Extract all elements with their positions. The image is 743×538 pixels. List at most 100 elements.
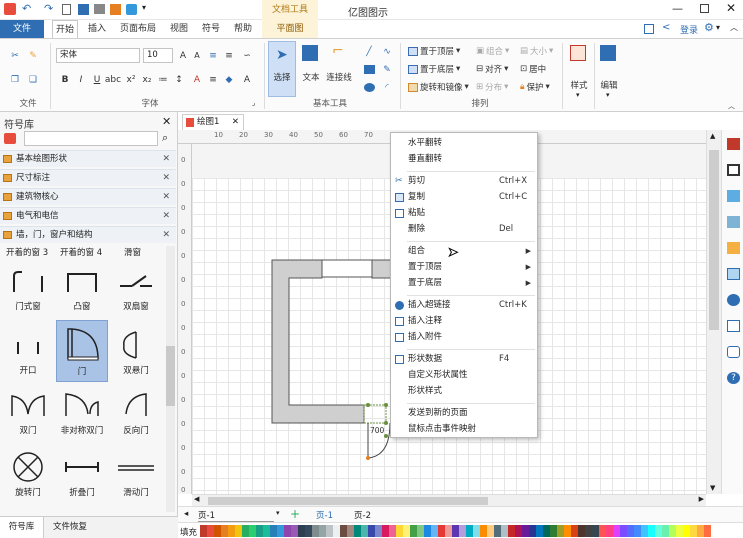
dropdown-icon[interactable]: ▾ xyxy=(142,3,146,12)
grow-font-icon[interactable]: A xyxy=(176,49,190,62)
color-swatch[interactable] xyxy=(585,525,592,537)
shape-door[interactable]: 门 xyxy=(56,320,108,382)
line-color-icon[interactable]: ≡ xyxy=(222,49,236,62)
tab-file-recovery[interactable]: 文件恢复 xyxy=(48,517,92,538)
attachment-icon[interactable] xyxy=(727,320,740,332)
color-swatch[interactable] xyxy=(697,525,704,537)
font-name-select[interactable]: 宋体 xyxy=(56,48,140,63)
color-swatch[interactable] xyxy=(417,525,424,537)
color-swatch[interactable] xyxy=(536,525,543,537)
color-swatch[interactable] xyxy=(263,525,270,537)
selection-handle[interactable] xyxy=(384,403,388,407)
rotation-handle[interactable] xyxy=(384,434,388,438)
italic-icon[interactable]: I xyxy=(74,73,88,86)
format-painter-icon[interactable]: ✂ xyxy=(8,49,22,62)
color-swatch[interactable] xyxy=(683,525,690,537)
scroll-left-icon[interactable]: ◀ xyxy=(194,495,199,503)
menu-item-shape-style[interactable]: 形状样式 xyxy=(391,383,537,399)
color-swatch[interactable] xyxy=(277,525,284,537)
color-swatch[interactable] xyxy=(473,525,480,537)
color-swatch[interactable] xyxy=(291,525,298,537)
shrink-font-icon[interactable]: A xyxy=(190,49,204,62)
remove-library-icon[interactable]: ✕ xyxy=(162,151,170,167)
scroll-up-icon[interactable]: ▲ xyxy=(710,132,715,140)
align-text-icon[interactable]: ≡ xyxy=(206,73,220,86)
color-swatch[interactable] xyxy=(487,525,494,537)
bullet-list-icon[interactable]: ≔ xyxy=(156,73,170,86)
color-swatch[interactable] xyxy=(354,525,361,537)
connection-point[interactable] xyxy=(366,456,370,460)
color-swatch[interactable] xyxy=(564,525,571,537)
color-swatch[interactable] xyxy=(375,525,382,537)
color-swatch[interactable] xyxy=(403,525,410,537)
maximize-icon[interactable] xyxy=(700,4,709,13)
remove-library-icon[interactable]: ✕ xyxy=(162,189,170,205)
color-swatch[interactable] xyxy=(200,525,207,537)
color-swatch[interactable] xyxy=(340,525,347,537)
color-swatch[interactable] xyxy=(270,525,277,537)
color-swatch[interactable] xyxy=(221,525,228,537)
color-swatch[interactable] xyxy=(326,525,333,537)
collapse-ribbon-icon[interactable]: ︿ xyxy=(730,22,738,33)
page-nav-icon[interactable]: ◂ xyxy=(184,509,188,519)
horizontal-scrollbar[interactable]: ◀ ▶ xyxy=(192,494,706,506)
library-row[interactable]: 建筑物核心 ✕ xyxy=(0,188,176,205)
color-swatch[interactable] xyxy=(515,525,522,537)
print-icon[interactable] xyxy=(94,4,105,14)
color-swatch[interactable] xyxy=(396,525,403,537)
color-swatch[interactable] xyxy=(690,525,697,537)
scroll-down-icon[interactable]: ▼ xyxy=(710,484,715,492)
page-tab-1[interactable]: 页-1 xyxy=(316,509,333,521)
align-button[interactable]: ⊟ 对齐 ▾ xyxy=(476,63,508,75)
document-tab[interactable]: 绘图1 ✕ xyxy=(182,114,244,130)
color-swatch[interactable] xyxy=(319,525,326,537)
color-swatch[interactable] xyxy=(382,525,389,537)
color-swatch[interactable] xyxy=(214,525,221,537)
library-row[interactable]: 尺寸标注 ✕ xyxy=(0,169,176,186)
color-swatch[interactable] xyxy=(312,525,319,537)
vertical-scrollbar[interactable]: ▲ ▼ xyxy=(706,130,721,494)
door-selection-box[interactable] xyxy=(363,404,387,424)
color-swatch[interactable] xyxy=(669,525,676,537)
color-swatch[interactable] xyxy=(410,525,417,537)
font-dialog-icon[interactable]: ⌟ xyxy=(252,99,255,107)
minimize-icon[interactable]: — xyxy=(672,2,683,15)
menu-item-send-to-new-page[interactable]: 发送到新的页面 xyxy=(391,405,537,421)
menu-item-flip-horizontal[interactable]: 水平翻转 xyxy=(391,135,537,151)
menu-item-bring-front[interactable]: 置于顶层 ▶ xyxy=(391,259,537,275)
rotate-mirror-button[interactable]: 旋转和镜像 ▾ xyxy=(408,81,469,93)
protect-button[interactable]: 🔒︎ 保护 ▾ xyxy=(520,81,550,93)
color-swatch[interactable] xyxy=(578,525,585,537)
connector-label[interactable]: 连接线 xyxy=(324,71,354,83)
shape-reverse-door[interactable]: 反向门 xyxy=(110,384,162,446)
shape-label[interactable]: 开着的窗 3 xyxy=(6,246,48,258)
layer-icon[interactable] xyxy=(727,242,740,254)
color-swatch[interactable] xyxy=(445,525,452,537)
library-row[interactable]: 电气和电信 ✕ xyxy=(0,207,176,224)
menu-item-group[interactable]: 组合 ▶ xyxy=(391,243,537,259)
wall-left[interactable] xyxy=(271,259,365,424)
library-row[interactable]: 基本绘图形状 ✕ xyxy=(0,150,176,167)
color-swatch[interactable] xyxy=(431,525,438,537)
highlight-icon[interactable]: ◆ xyxy=(222,73,236,86)
menu-item-custom-shape-props[interactable]: 自定义形状属性 xyxy=(391,367,537,383)
color-swatch[interactable] xyxy=(256,525,263,537)
menu-item-send-back[interactable]: 置于底层 ▶ xyxy=(391,275,537,291)
page-icon[interactable] xyxy=(727,268,740,280)
color-swatch[interactable] xyxy=(389,525,396,537)
menu-item-insert-note[interactable]: 插入注释 xyxy=(391,313,537,329)
color-swatch[interactable] xyxy=(543,525,550,537)
remove-library-icon[interactable]: ✕ xyxy=(162,170,170,186)
share-icon[interactable] xyxy=(126,4,137,15)
color-swatch[interactable] xyxy=(704,525,711,537)
send-back-button[interactable]: 置于底层 ▾ xyxy=(408,63,460,75)
color-swatch[interactable] xyxy=(228,525,235,537)
tab-flat-view[interactable]: 平面图 xyxy=(262,20,318,38)
close-tab-icon[interactable]: ✕ xyxy=(232,115,239,130)
menu-item-delete[interactable]: 删除 Del xyxy=(391,221,537,237)
group-button[interactable]: ▣ 组合 ▾ xyxy=(476,45,509,57)
color-swatch[interactable] xyxy=(599,525,606,537)
color-swatch[interactable] xyxy=(641,525,648,537)
help-icon[interactable]: ? xyxy=(727,372,740,384)
color-swatch[interactable] xyxy=(648,525,655,537)
